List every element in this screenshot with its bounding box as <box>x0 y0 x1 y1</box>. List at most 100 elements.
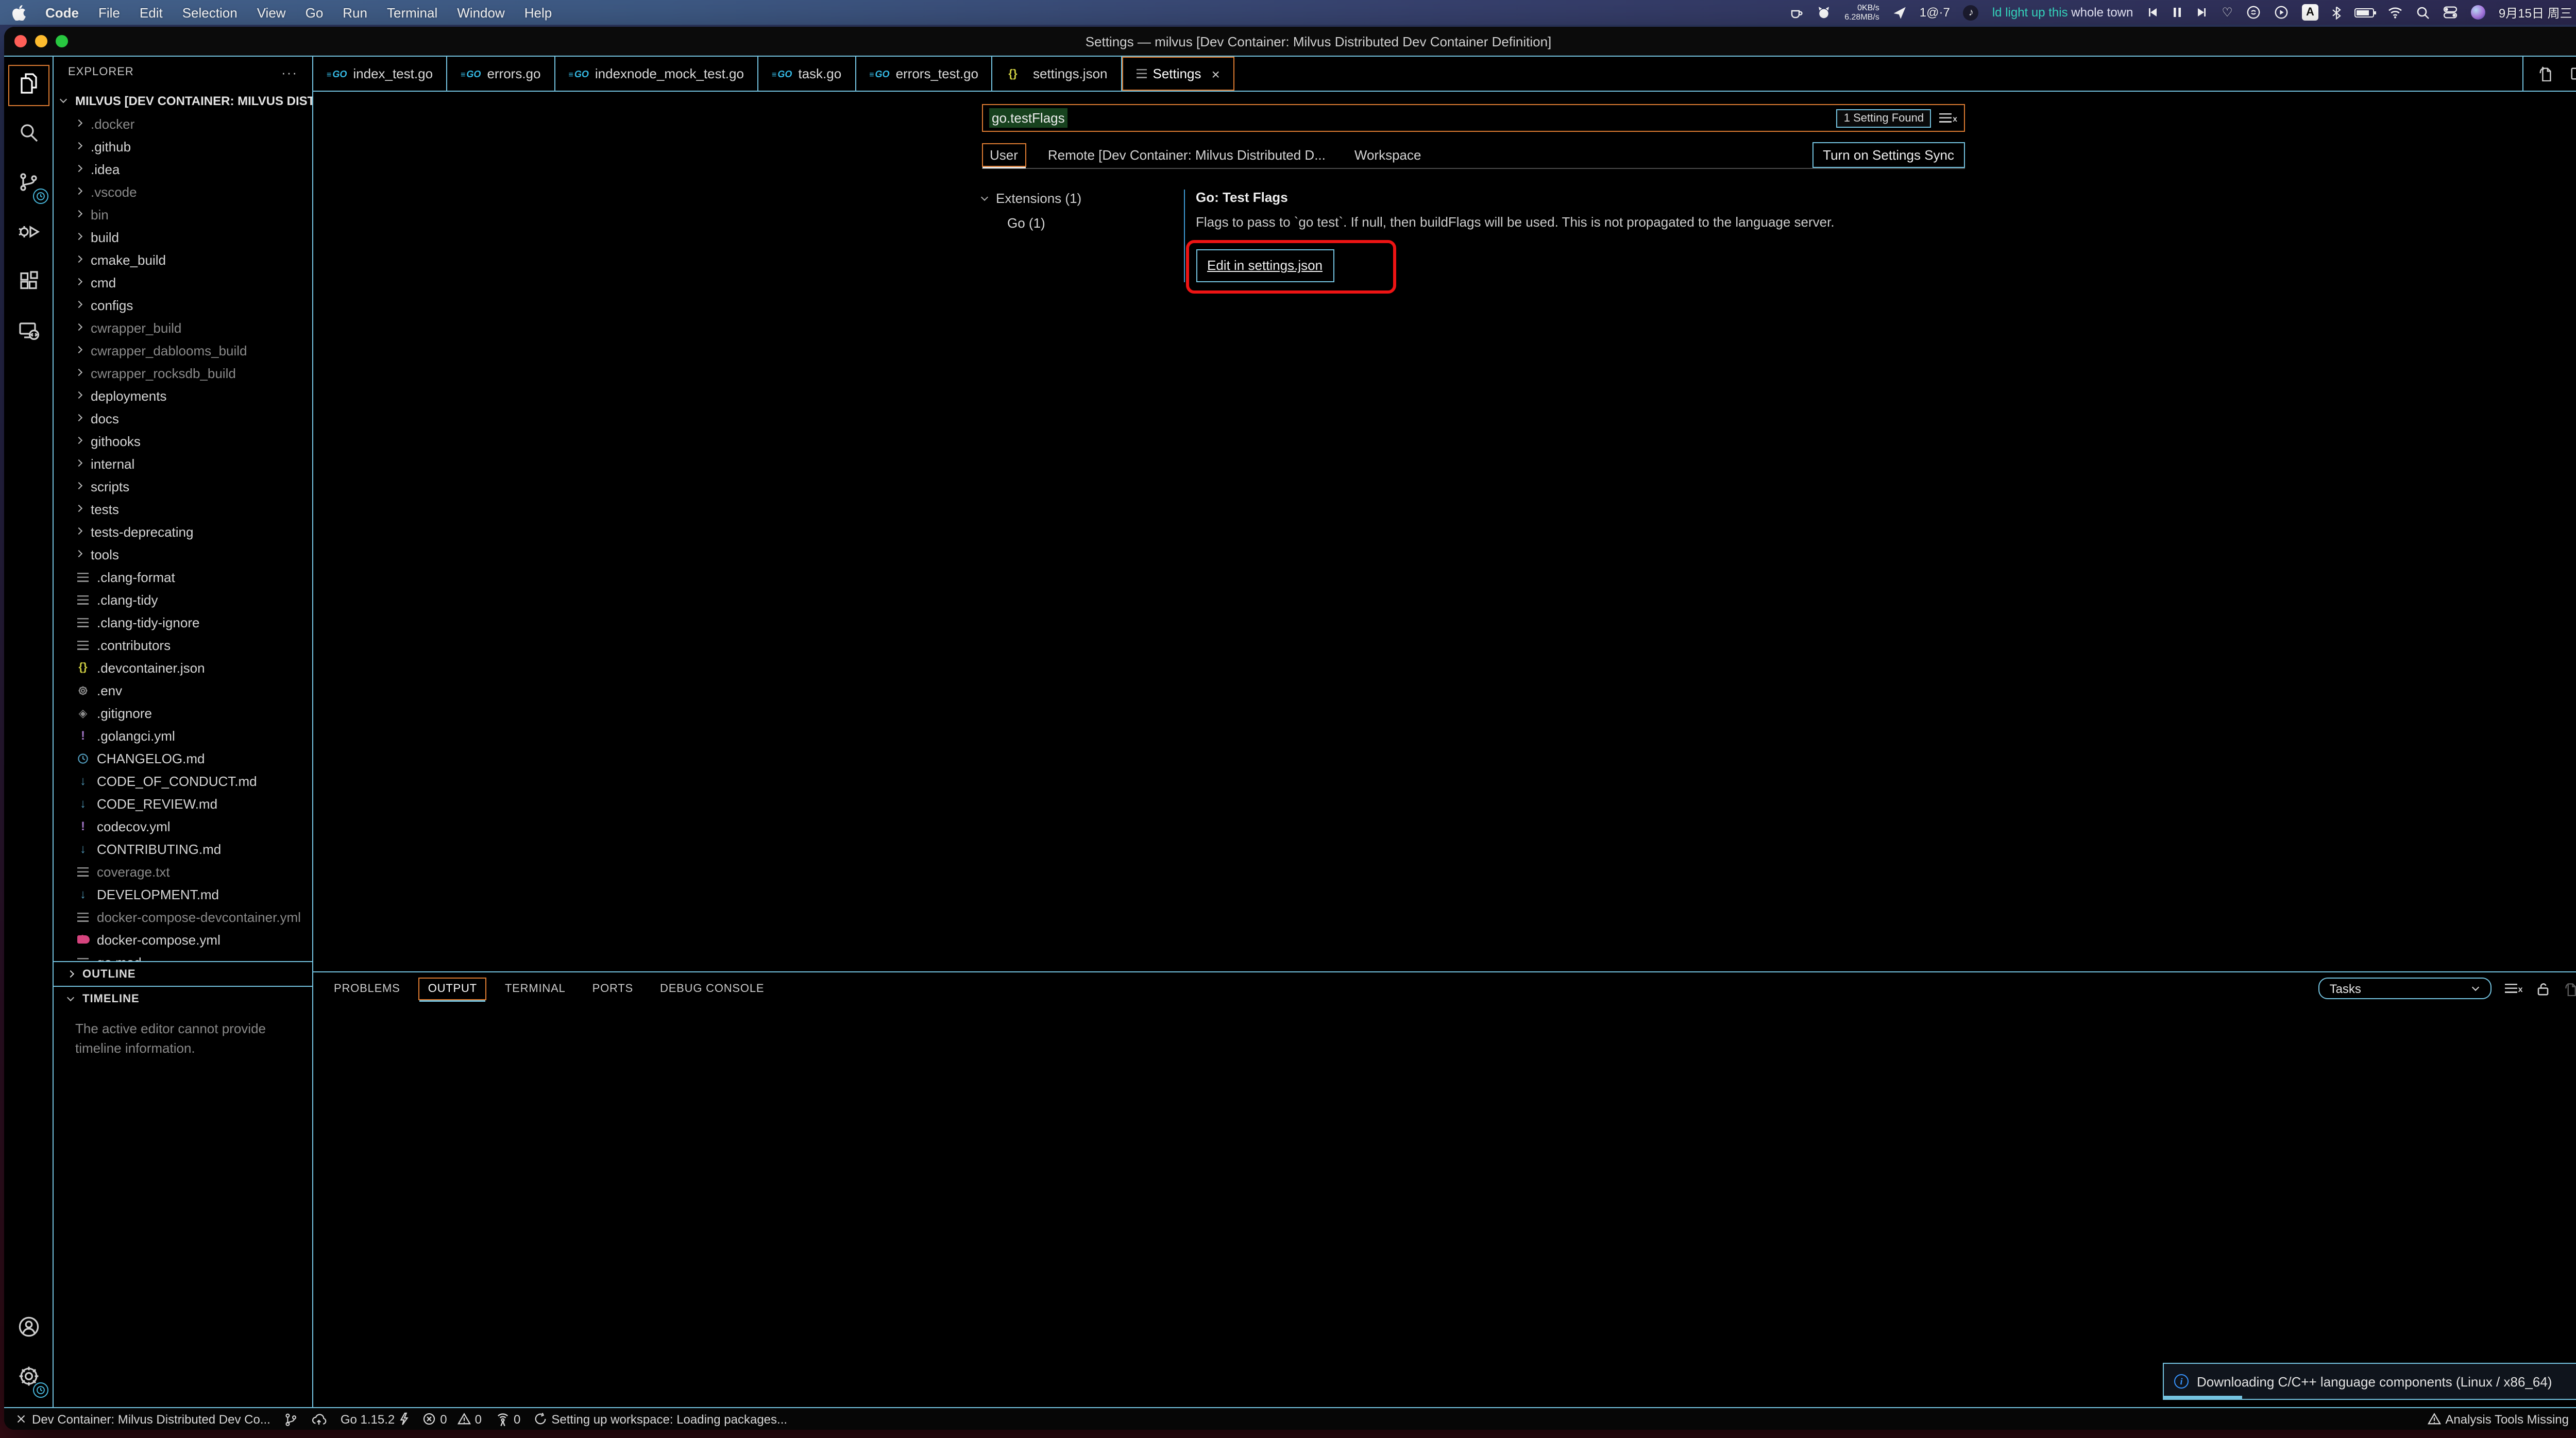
media-pause-icon[interactable] <box>2172 6 2182 19</box>
menubar-run[interactable]: Run <box>343 5 367 20</box>
tree-file[interactable]: ↓CODE_REVIEW.md <box>54 792 312 815</box>
open-log-file-icon[interactable] <box>2564 981 2576 996</box>
tree-folder[interactable]: docs <box>54 407 312 430</box>
tree-file[interactable]: .env <box>54 679 312 701</box>
tree-folder[interactable]: tests <box>54 498 312 520</box>
tree-folder[interactable]: deployments <box>54 384 312 407</box>
battery-icon[interactable] <box>2354 8 2374 17</box>
control-center-icon[interactable] <box>2443 5 2458 20</box>
tree-folder[interactable]: githooks <box>54 430 312 452</box>
remote-indicator[interactable]: Dev Container: Milvus Distributed Dev Co… <box>14 1412 270 1426</box>
notification-toast[interactable]: i Downloading C/C++ language components … <box>2163 1363 2576 1400</box>
tree-file[interactable]: coverage.txt <box>54 860 312 883</box>
ports-indicator[interactable]: 0 <box>495 1412 520 1426</box>
tree-file[interactable]: docker-compose-devcontainer.yml <box>54 905 312 928</box>
output-panel-content[interactable] <box>313 1004 2576 1407</box>
tree-file[interactable]: .clang-tidy <box>54 588 312 611</box>
zoom-window-button[interactable] <box>56 35 68 47</box>
analysis-tools-warning[interactable]: Analysis Tools Missing <box>2428 1412 2569 1426</box>
tree-folder[interactable]: cwrapper_rocksdb_build <box>54 362 312 384</box>
workspace-status[interactable]: Setting up workspace: Loading packages..… <box>534 1412 787 1426</box>
input-source-icon[interactable]: A <box>2302 4 2318 21</box>
open-changes-icon[interactable] <box>2538 66 2553 81</box>
paper-plane-icon[interactable] <box>1893 6 1906 19</box>
toc-go[interactable]: Go (1) <box>981 215 1183 231</box>
activitybar-explorer[interactable] <box>8 65 49 106</box>
tree-folder[interactable]: cwrapper_build <box>54 316 312 339</box>
tree-file[interactable]: docker-compose.yml <box>54 928 312 951</box>
output-channel-dropdown[interactable]: Tasks <box>2318 978 2492 999</box>
proxy-badge[interactable]: 1@·7 <box>1920 5 1950 20</box>
tab-errors-test-go[interactable]: GOerrors_test.go <box>856 57 993 91</box>
go-version-indicator[interactable]: Go 1.15.2 <box>341 1412 409 1426</box>
bluetooth-icon[interactable] <box>2332 6 2341 19</box>
tree-folder[interactable]: cmd <box>54 271 312 294</box>
tree-file[interactable]: ◈.gitignore <box>54 701 312 724</box>
tree-folder[interactable]: build <box>54 226 312 248</box>
clear-output-icon[interactable]: x <box>2505 983 2523 994</box>
edit-in-settings-json-link[interactable]: Edit in settings.json <box>1207 258 1323 273</box>
git-branch-indicator[interactable] <box>284 1412 298 1426</box>
activitybar-run-debug[interactable] <box>8 213 49 254</box>
panel-tab-ports[interactable]: PORTS <box>584 978 641 999</box>
explorer-more-actions-icon[interactable]: ··· <box>281 64 298 80</box>
edit-in-settings-json-box[interactable]: Edit in settings.json <box>1196 249 1334 282</box>
tree-file[interactable]: {}.devcontainer.json <box>54 656 312 679</box>
menubar-go[interactable]: Go <box>306 5 324 20</box>
sync-changes-indicator[interactable] <box>312 1412 327 1426</box>
tree-file[interactable]: !.golangci.yml <box>54 724 312 747</box>
tree-folder[interactable]: bin <box>54 203 312 226</box>
minimize-window-button[interactable] <box>35 35 47 47</box>
tree-folder[interactable]: .github <box>54 135 312 158</box>
activitybar-settings[interactable] <box>8 1358 49 1399</box>
tree-folder[interactable]: .docker <box>54 112 312 135</box>
tree-folder[interactable]: cwrapper_dablooms_build <box>54 339 312 362</box>
clear-filters-icon[interactable]: x <box>1939 113 1957 123</box>
wifi-icon[interactable] <box>2387 6 2403 19</box>
tree-folder[interactable]: configs <box>54 294 312 316</box>
siri-icon[interactable] <box>2471 5 2485 20</box>
apple-menu-icon[interactable] <box>12 5 26 20</box>
tree-file[interactable]: .clang-format <box>54 566 312 588</box>
turn-on-settings-sync-button[interactable]: Turn on Settings Sync <box>1812 142 1964 167</box>
panel-tab-output[interactable]: OUTPUT <box>419 977 486 1000</box>
menubar-clock[interactable]: 9月15日 周三 下午9:03 <box>2499 4 2576 21</box>
heart-icon[interactable]: ♡ <box>2222 5 2233 20</box>
settings-search-input[interactable]: go.testFlags 1 Setting Found x <box>981 104 1964 132</box>
activitybar-remote-explorer[interactable] <box>8 312 49 353</box>
panel-tab-terminal[interactable]: TERMINAL <box>497 978 574 999</box>
tree-file[interactable]: .contributors <box>54 634 312 656</box>
tree-folder[interactable]: internal <box>54 452 312 475</box>
network-speed[interactable]: 0KB/s6.28MB/s <box>1844 3 1879 22</box>
tab-indexnode-mock-test-go[interactable]: GOindexnode_mock_test.go <box>555 57 758 91</box>
title-bar[interactable]: Settings — milvus [Dev Container: Milvus… <box>4 27 2576 56</box>
tree-file[interactable]: .clang-tidy-ignore <box>54 611 312 634</box>
menubar-selection[interactable]: Selection <box>182 5 238 20</box>
tree-root[interactable]: MILVUS [DEV CONTAINER: MILVUS DIST... <box>54 90 312 112</box>
scope-tab-workspace[interactable]: Workspace <box>1347 144 1429 165</box>
panel-tab-debug-console[interactable]: DEBUG CONSOLE <box>652 978 772 999</box>
tree-folder[interactable]: tools <box>54 543 312 566</box>
menubar-app-menu[interactable]: Code <box>45 5 79 20</box>
tab-settings[interactable]: Settings× <box>1122 57 1234 91</box>
split-editor-icon[interactable] <box>2570 66 2576 81</box>
tab-settings-json[interactable]: {}settings.json <box>993 57 1122 91</box>
tab-task-go[interactable]: GOtask.go <box>758 57 856 91</box>
tree-folder[interactable]: .vscode <box>54 180 312 203</box>
close-tab-icon[interactable]: × <box>1211 65 1219 82</box>
tree-folder[interactable]: cmake_build <box>54 248 312 271</box>
activitybar-source-control[interactable] <box>8 164 49 205</box>
menubar-view[interactable]: View <box>257 5 286 20</box>
tree-file[interactable]: CHANGELOG.md <box>54 747 312 769</box>
close-window-button[interactable] <box>14 35 27 47</box>
pet-app-icon[interactable] <box>1817 5 1831 20</box>
media-next-icon[interactable] <box>2196 6 2208 19</box>
menubar-edit[interactable]: Edit <box>140 5 163 20</box>
tree-file[interactable]: ↓DEVELOPMENT.md <box>54 883 312 905</box>
spotlight-search-icon[interactable] <box>2416 6 2430 19</box>
scope-tab-user[interactable]: User <box>981 143 1026 166</box>
shazam-icon[interactable] <box>2246 5 2261 20</box>
menubar-file[interactable]: File <box>98 5 120 20</box>
media-previous-icon[interactable] <box>2146 6 2159 19</box>
activitybar-extensions[interactable] <box>8 263 49 304</box>
